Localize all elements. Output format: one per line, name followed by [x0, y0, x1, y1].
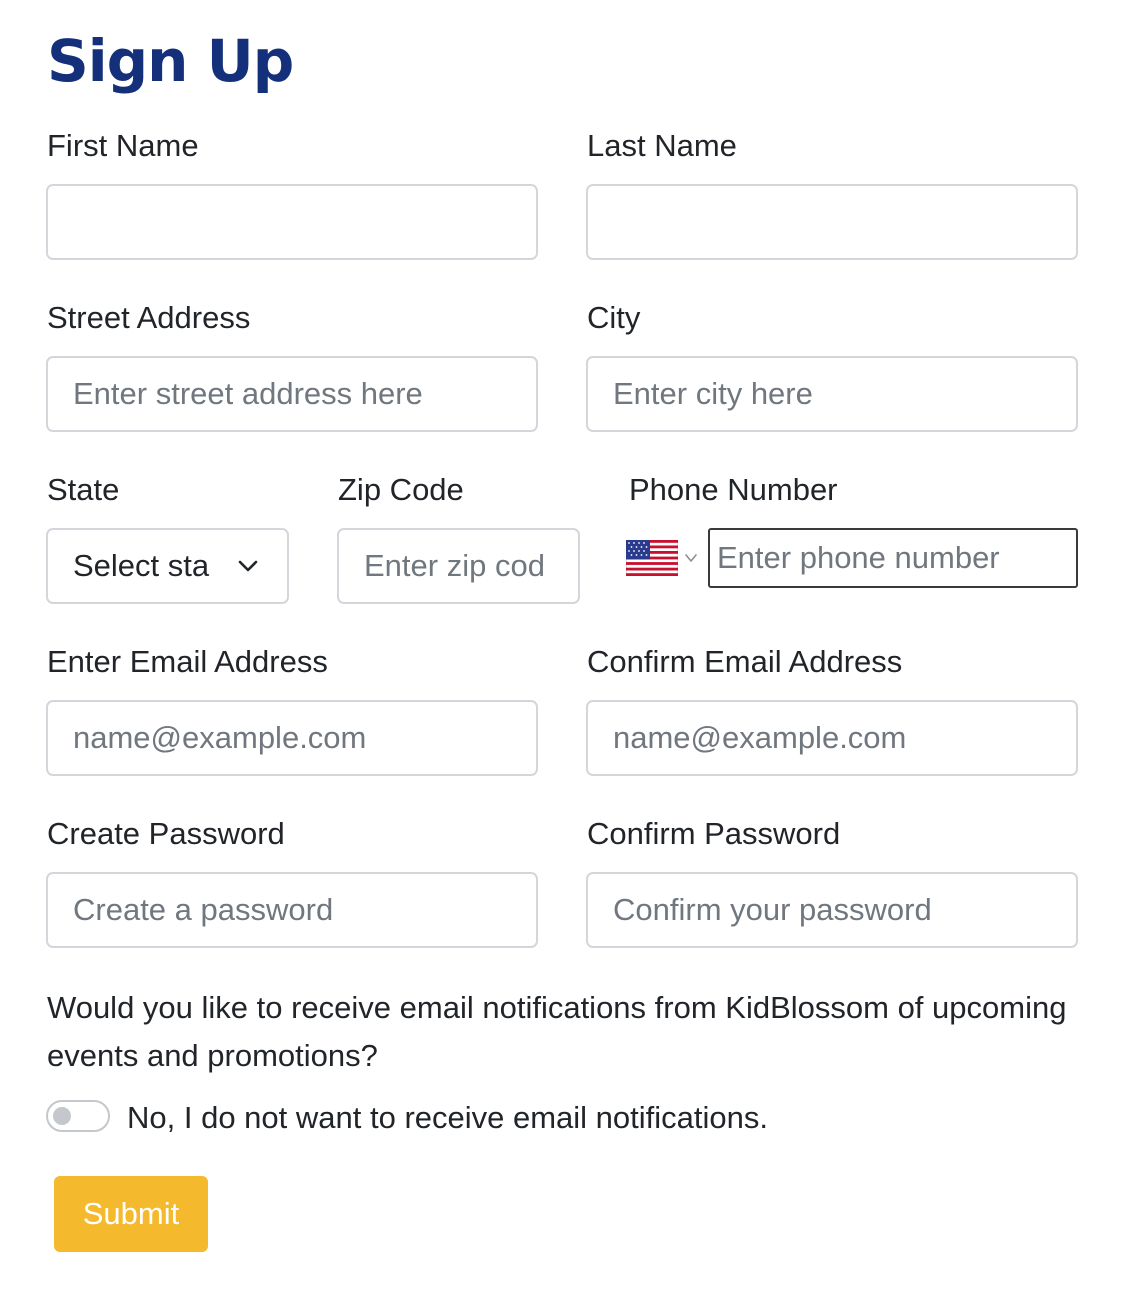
confirm-password-field-container: [586, 872, 1078, 948]
toggle-knob: [53, 1107, 71, 1125]
city-label: City: [587, 300, 641, 335]
email-input[interactable]: [48, 702, 536, 774]
phone-number-field-container: [708, 528, 1078, 588]
phone-number-input[interactable]: [710, 530, 1076, 586]
us-flag-icon[interactable]: [626, 540, 678, 576]
page-title: Sign Up: [47, 27, 294, 95]
last-name-label: Last Name: [587, 128, 737, 163]
chevron-down-icon: [238, 560, 258, 572]
notifications-toggle-label: No, I do not want to receive email notif…: [127, 1100, 768, 1135]
state-selected-value: Select sta: [73, 548, 210, 583]
first-name-label: First Name: [47, 128, 199, 163]
street-address-label: Street Address: [47, 300, 251, 335]
phone-number-label: Phone Number: [629, 472, 838, 507]
zip-code-input[interactable]: [339, 530, 578, 602]
city-input[interactable]: [588, 358, 1076, 430]
last-name-field-container: [586, 184, 1078, 260]
street-address-field-container: [46, 356, 538, 432]
state-label: State: [47, 472, 120, 507]
notifications-toggle[interactable]: [46, 1100, 110, 1132]
create-password-label: Create Password: [47, 816, 285, 851]
last-name-input[interactable]: [588, 186, 1076, 258]
confirm-password-label: Confirm Password: [587, 816, 841, 851]
first-name-input[interactable]: [48, 186, 536, 258]
confirm-email-label: Confirm Email Address: [587, 644, 903, 679]
email-field-container: [46, 700, 538, 776]
notifications-question: Would you like to receive email notifica…: [47, 990, 1067, 1073]
country-dropdown-chevron-icon[interactable]: [683, 551, 699, 565]
city-field-container: [586, 356, 1078, 432]
confirm-password-input[interactable]: [588, 874, 1076, 946]
create-password-input[interactable]: [48, 874, 536, 946]
state-select[interactable]: Select sta: [46, 528, 289, 604]
email-label: Enter Email Address: [47, 644, 328, 679]
zip-code-field-container: [337, 528, 580, 604]
street-address-input[interactable]: [48, 358, 536, 430]
first-name-field-container: [46, 184, 538, 260]
create-password-field-container: [46, 872, 538, 948]
zip-code-label: Zip Code: [338, 472, 464, 507]
confirm-email-input[interactable]: [588, 702, 1076, 774]
confirm-email-field-container: [586, 700, 1078, 776]
submit-button[interactable]: Submit: [54, 1176, 208, 1252]
